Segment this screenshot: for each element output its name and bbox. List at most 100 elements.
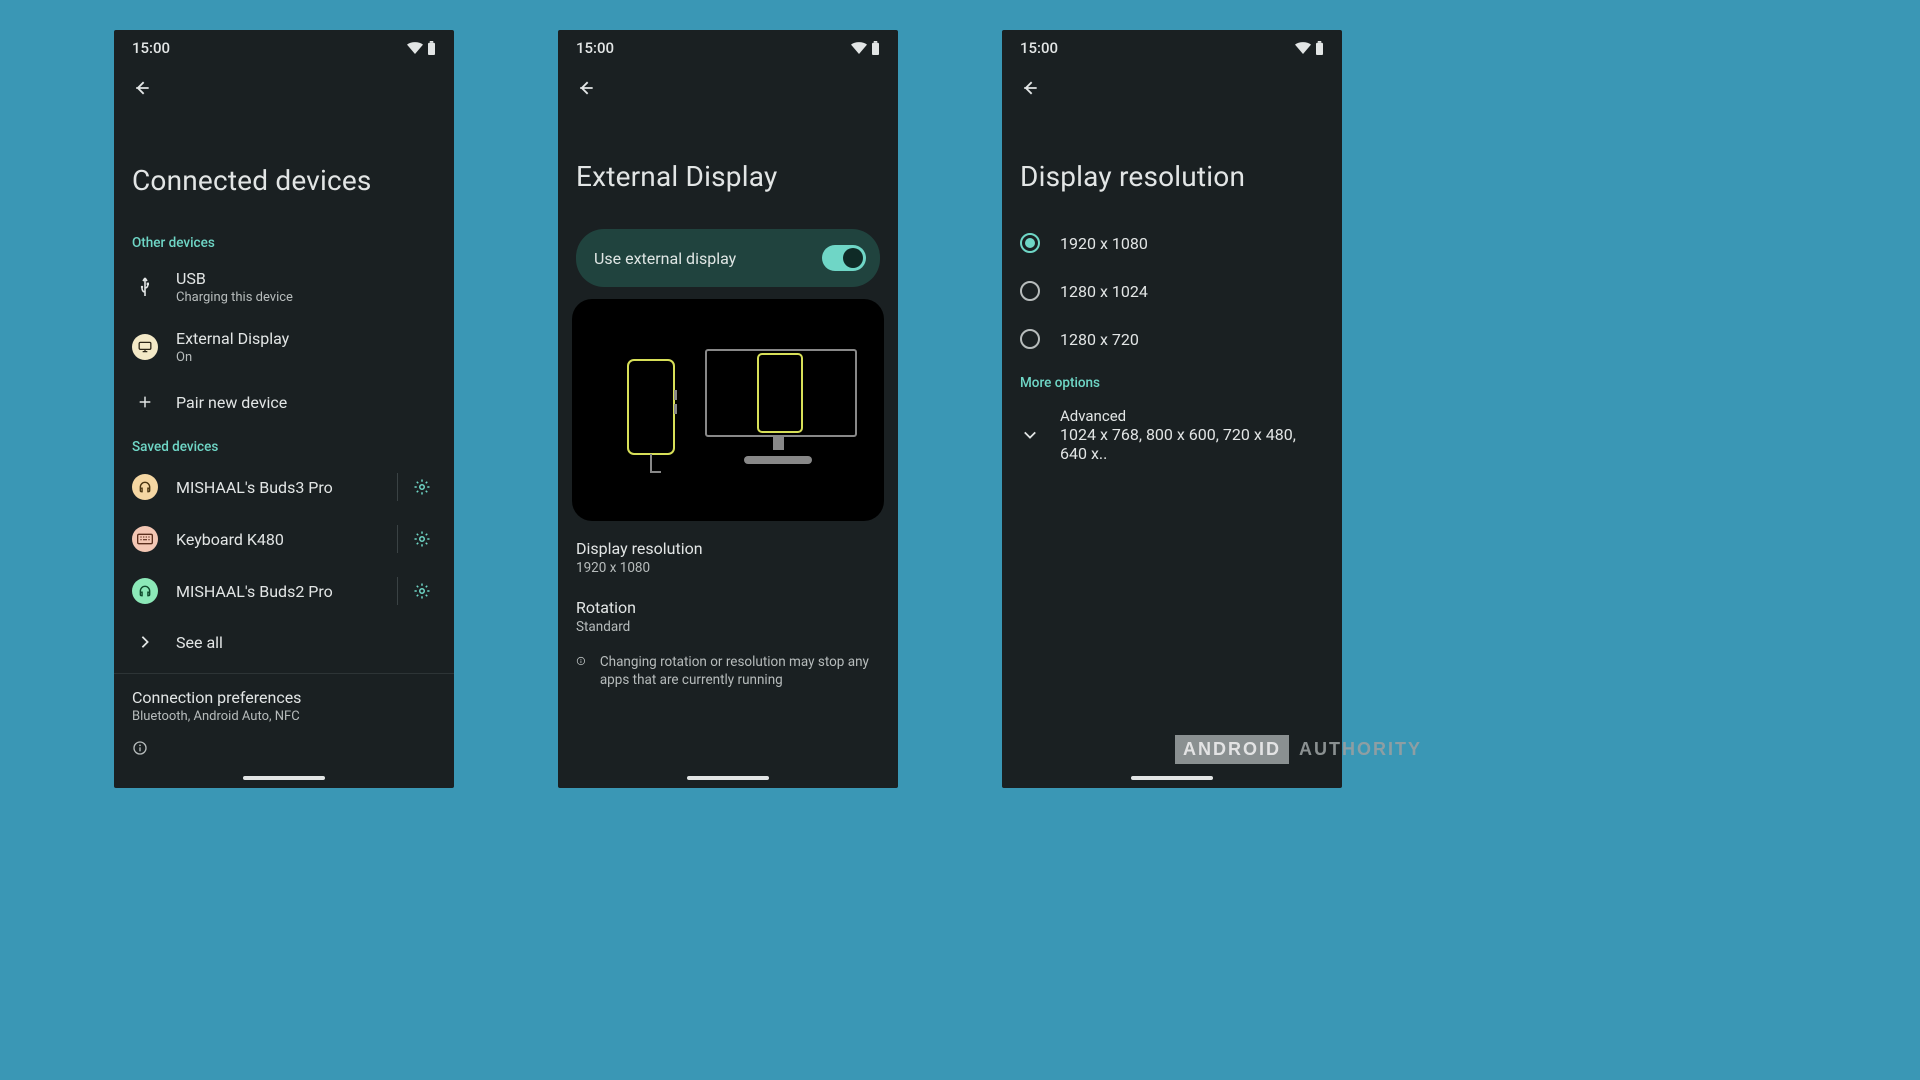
display-illustration (572, 299, 884, 521)
row-advanced[interactable]: Advanced 1024 x 768, 800 x 600, 720 x 48… (1002, 397, 1342, 473)
conn-pref-title: Connection preferences (132, 688, 436, 707)
resolution-title: Display resolution (576, 539, 880, 558)
status-bar: 15:00 (1002, 30, 1342, 66)
gear-icon (413, 530, 431, 548)
row-saved-device[interactable]: Keyboard K480 (114, 513, 454, 565)
ext-title: External Display (176, 329, 436, 348)
rotation-value: Standard (576, 619, 880, 635)
watermark-suffix: AUTHORITY (1299, 739, 1422, 760)
status-icons (1295, 41, 1324, 55)
nav-handle[interactable] (1131, 776, 1213, 780)
top-app-bar (558, 66, 898, 110)
phone-display-resolution: 15:00 Display resolution 1920 x 1080 128… (1002, 30, 1342, 788)
device-settings-button[interactable] (408, 577, 436, 605)
row-usb[interactable]: USB Charging this device (114, 257, 454, 317)
option-label: 1920 x 1080 (1060, 234, 1148, 253)
section-more-options: More options (1002, 363, 1342, 397)
usb-sub: Charging this device (176, 290, 436, 305)
status-bar: 15:00 (558, 30, 898, 66)
page-title: Display resolution (1002, 110, 1342, 219)
watermark-brand: ANDROID (1175, 735, 1289, 764)
row-pair-new-device[interactable]: Pair new device (114, 377, 454, 427)
back-button[interactable] (128, 74, 156, 102)
info-note: Changing rotation or resolution may stop… (558, 639, 898, 689)
nav-handle[interactable] (687, 776, 769, 780)
radio-icon (1020, 329, 1040, 349)
wifi-icon (1295, 42, 1311, 54)
row-saved-device[interactable]: MISHAAL's Buds3 Pro (114, 461, 454, 513)
gear-icon (413, 478, 431, 496)
row-display-resolution[interactable]: Display resolution 1920 x 1080 (558, 521, 898, 580)
chevron-right-icon (140, 635, 150, 649)
headphones-icon (138, 584, 152, 598)
switch[interactable] (822, 245, 866, 271)
info-text: Changing rotation or resolution may stop… (600, 653, 880, 689)
usb-icon (138, 277, 152, 297)
status-bar: 15:00 (114, 30, 454, 66)
row-rotation[interactable]: Rotation Standard (558, 580, 898, 639)
plus-icon (137, 394, 153, 410)
row-connection-preferences[interactable]: Connection preferences Bluetooth, Androi… (114, 674, 454, 724)
ext-sub: On (176, 350, 436, 365)
top-app-bar (114, 66, 454, 110)
device-name: MISHAAL's Buds2 Pro (176, 582, 379, 601)
radio-option[interactable]: 1280 x 1024 (1002, 267, 1342, 315)
phone-external-display: 15:00 External Display Use external disp… (558, 30, 898, 788)
row-saved-device[interactable]: MISHAAL's Buds2 Pro (114, 565, 454, 617)
back-button[interactable] (572, 74, 600, 102)
arrow-left-icon (132, 78, 152, 98)
rotation-title: Rotation (576, 598, 880, 617)
toggle-use-external-display[interactable]: Use external display (576, 229, 880, 287)
device-name: Keyboard K480 (176, 530, 379, 549)
battery-icon (1315, 41, 1324, 55)
battery-icon (871, 41, 880, 55)
section-saved-devices: Saved devices (114, 427, 454, 461)
back-button[interactable] (1016, 74, 1044, 102)
info-icon (132, 740, 148, 756)
clock: 15:00 (576, 39, 614, 57)
headphones-icon (138, 480, 152, 494)
usb-title: USB (176, 269, 436, 288)
radio-option[interactable]: 1280 x 720 (1002, 315, 1342, 363)
option-label: 1280 x 1024 (1060, 282, 1148, 301)
phone-connected-devices: 15:00 Connected devices Other devices US… (114, 30, 454, 788)
conn-pref-sub: Bluetooth, Android Auto, NFC (132, 709, 436, 724)
radio-icon (1020, 281, 1040, 301)
row-external-display[interactable]: External Display On (114, 317, 454, 377)
divider (397, 525, 398, 553)
advanced-sub: 1024 x 768, 800 x 600, 720 x 480, 640 x.… (1060, 425, 1324, 463)
radio-option[interactable]: 1920 x 1080 (1002, 219, 1342, 267)
watermark: ANDROID AUTHORITY (1175, 735, 1422, 764)
monitor-icon (138, 341, 152, 353)
row-see-all[interactable]: See all (114, 617, 454, 667)
status-icons (407, 41, 436, 55)
resolution-value: 1920 x 1080 (576, 560, 880, 576)
chevron-down-icon (1023, 430, 1037, 440)
status-icons (851, 41, 880, 55)
option-label: 1280 x 720 (1060, 330, 1139, 349)
device-settings-button[interactable] (408, 525, 436, 553)
section-other-devices: Other devices (114, 223, 454, 257)
gear-icon (413, 582, 431, 600)
keyboard-icon (137, 533, 153, 545)
radio-icon (1020, 233, 1040, 253)
device-settings-button[interactable] (408, 473, 436, 501)
info-icon (576, 653, 586, 669)
arrow-left-icon (576, 78, 596, 98)
see-all-label: See all (176, 633, 436, 652)
wifi-icon (407, 42, 423, 54)
device-name: MISHAAL's Buds3 Pro (176, 478, 379, 497)
clock: 15:00 (1020, 39, 1058, 57)
divider (397, 577, 398, 605)
nav-handle[interactable] (243, 776, 325, 780)
pair-label: Pair new device (176, 393, 436, 412)
clock: 15:00 (132, 39, 170, 57)
toggle-label: Use external display (594, 249, 736, 268)
advanced-title: Advanced (1060, 407, 1324, 425)
wifi-icon (851, 42, 867, 54)
page-title: External Display (558, 110, 898, 219)
battery-icon (427, 41, 436, 55)
top-app-bar (1002, 66, 1342, 110)
page-title: Connected devices (114, 110, 454, 223)
divider (397, 473, 398, 501)
